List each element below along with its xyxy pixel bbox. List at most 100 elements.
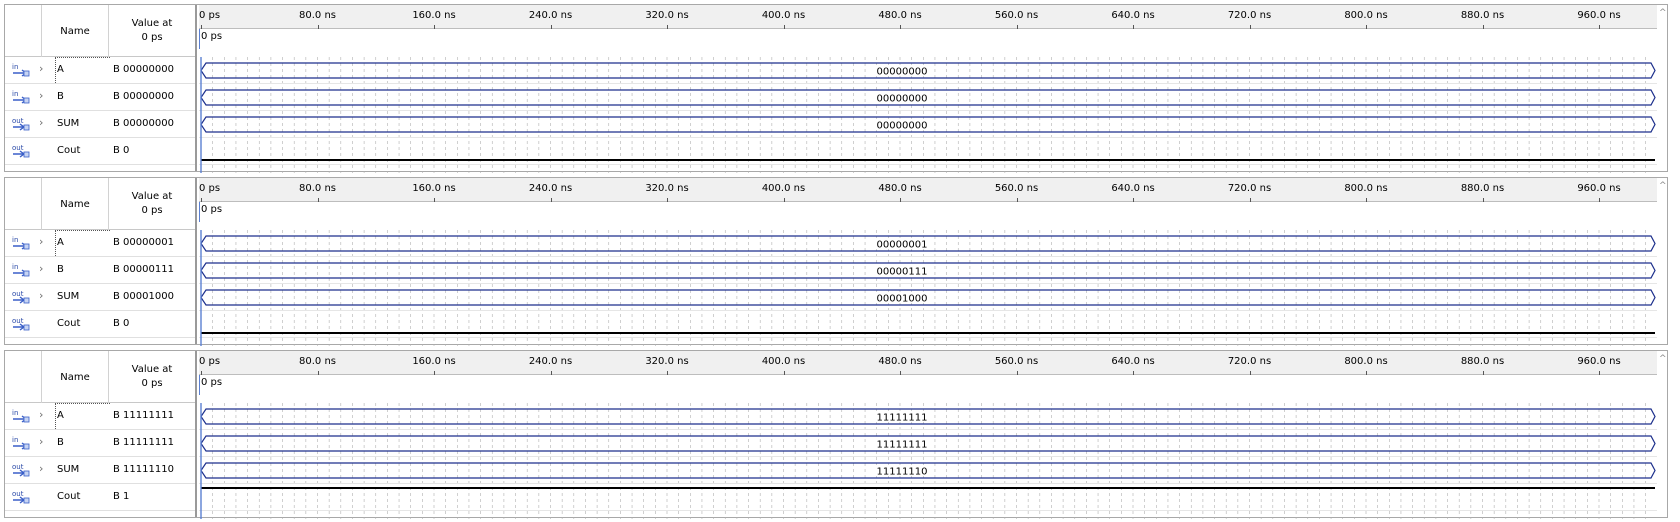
scroll-up-icon[interactable]: ^ <box>1659 8 1669 18</box>
ruler-tick-label: 480.0 ns <box>878 183 922 194</box>
value-at-label: Value at <box>131 364 173 375</box>
ruler-tick-label: 960.0 ns <box>1577 356 1621 367</box>
output-pin-icon: out <box>11 489 31 505</box>
value-column-header[interactable]: Value at 0 ps <box>108 351 196 403</box>
chevron-right-icon[interactable]: › <box>39 90 49 102</box>
svg-text:out: out <box>12 317 24 325</box>
ruler-tick <box>900 198 901 202</box>
signal-row-cout[interactable]: out Cout B 0 <box>5 138 195 165</box>
signal-row-sum[interactable]: out › SUM B 11111110 <box>5 457 195 484</box>
ruler-tick <box>550 371 552 375</box>
time-bar-line[interactable] <box>199 375 200 395</box>
signal-row-sum[interactable]: out › SUM B 00000000 <box>5 111 195 138</box>
signal-row-b[interactable]: in › B B 11111111 <box>5 430 195 457</box>
ruler-tick <box>667 371 668 375</box>
ruler-tick-label: 160.0 ns <box>412 356 456 367</box>
ruler-tick <box>1366 198 1367 202</box>
name-column-header[interactable]: Name <box>41 178 109 230</box>
chevron-right-icon[interactable]: › <box>39 290 49 302</box>
time-ruler[interactable]: 0 ps 80.0 ns 160.0 ns 240.0 ns 320.0 ns 400.0… <box>199 5 1657 29</box>
bus-wave-value: 00000000 <box>877 67 928 78</box>
time-bar-line[interactable] <box>199 29 200 49</box>
ruler-tick <box>1482 198 1484 202</box>
output-pin-icon: out <box>11 462 31 478</box>
ruler-tick <box>783 25 785 29</box>
time-bar-label: 0 ps <box>201 31 223 42</box>
ruler-tick-label: 320.0 ns <box>645 356 689 367</box>
signal-row-cout[interactable]: out Cout B 1 <box>5 484 195 511</box>
value-column-header[interactable]: Value at 0 ps <box>108 5 196 57</box>
signal-row-sum[interactable]: out › SUM B 00001000 <box>5 284 195 311</box>
ruler-tick-label: 160.0 ns <box>412 10 456 21</box>
signal-value-at-time: B 11111111 <box>113 437 174 448</box>
chevron-right-icon[interactable]: › <box>39 436 49 448</box>
signal-row-a[interactable]: in › A B 11111111 <box>5 403 195 430</box>
name-column-header[interactable]: Name <box>41 351 109 403</box>
ruler-tick <box>201 371 202 375</box>
signal-name: SUM <box>57 291 80 302</box>
chevron-right-icon[interactable]: › <box>39 263 49 275</box>
ruler-tick <box>317 25 319 29</box>
ruler-tick-label: 240.0 ns <box>528 10 573 21</box>
signal-row-b[interactable]: in › B B 00000000 <box>5 84 195 111</box>
ruler-tick <box>317 371 319 375</box>
chevron-right-icon[interactable]: › <box>39 409 49 421</box>
chevron-right-icon[interactable]: › <box>39 63 49 75</box>
value-at-time: 0 ps <box>141 32 163 43</box>
signal-name: A <box>57 64 64 75</box>
time-ruler[interactable]: 0 ps 80.0 ns 160.0 ns 240.0 ns 320.0 ns 400.0… <box>199 351 1657 375</box>
chevron-right-icon[interactable]: › <box>39 117 49 129</box>
waveform-viewer: Name Value at 0 ps in › A B 00000000 in › B B 0000… <box>0 0 1680 519</box>
input-pin-icon: in <box>11 235 31 251</box>
scroll-up-icon[interactable]: ^ <box>1659 354 1669 364</box>
time-ruler[interactable]: 0 ps 80.0 ns 160.0 ns 240.0 ns 320.0 ns 400.0… <box>199 178 1657 202</box>
output-pin-icon: out <box>11 116 31 132</box>
signal-row-a[interactable]: in › A B 00000001 <box>5 230 195 257</box>
signal-value-at-time: B 00000000 <box>113 91 174 102</box>
value-column-label: Value at 0 ps <box>132 190 173 218</box>
ruler-tick <box>783 371 785 375</box>
bus-wave-value: 00000000 <box>877 121 928 132</box>
signal-value-at-time: B 1 <box>113 491 130 502</box>
signal-row-b[interactable]: in › B B 00000111 <box>5 257 195 284</box>
ruler-tick-label: 0 ps <box>199 183 221 194</box>
waveform-panel-2: Name Value at 0 ps in › A B 00000001 in › B B 0000… <box>4 177 1668 346</box>
scroll-up-icon[interactable]: ^ <box>1659 181 1669 191</box>
name-column-header[interactable]: Name <box>41 5 109 57</box>
time-bar-label: 0 ps <box>201 377 223 388</box>
signal-value-at-time: B 00000000 <box>113 118 174 129</box>
bus-wave-value: 11111110 <box>877 467 928 478</box>
ruler-tick <box>550 198 552 202</box>
chevron-right-icon[interactable]: › <box>39 463 49 475</box>
ruler-tick-label: 640.0 ns <box>1111 10 1155 21</box>
waveform-area[interactable]: 0 ps 80.0 ns 160.0 ns 240.0 ns 320.0 ns 400.0… <box>199 178 1667 346</box>
waveform-area[interactable]: 0 ps 80.0 ns 160.0 ns 240.0 ns 320.0 ns 400.0… <box>199 5 1667 173</box>
signal-name: A <box>57 237 64 248</box>
ruler-tick <box>900 371 901 375</box>
ruler-tick <box>1482 25 1484 29</box>
ruler-tick-label: 160.0 ns <box>412 183 456 194</box>
signal-list-header: Name Value at 0 ps <box>5 5 195 57</box>
value-column-header[interactable]: Value at 0 ps <box>108 178 196 230</box>
signal-list: Name Value at 0 ps in › A B 11111111 in › B B 1111… <box>5 351 197 517</box>
ruler-tick <box>1249 198 1251 202</box>
ruler-tick <box>1366 371 1367 375</box>
ruler-tick-label: 800.0 ns <box>1344 356 1388 367</box>
waveform-area[interactable]: 0 ps 80.0 ns 160.0 ns 240.0 ns 320.0 ns 400.0… <box>199 351 1667 519</box>
svg-text:out: out <box>12 117 24 125</box>
bus-wave-value: 00000111 <box>877 267 928 278</box>
chevron-right-icon[interactable]: › <box>39 236 49 248</box>
signal-value-at-time: B 00000001 <box>113 237 174 248</box>
ruler-tick <box>667 25 668 29</box>
ruler-tick-label: 560.0 ns <box>994 356 1039 367</box>
name-column-label: Name <box>60 371 90 383</box>
signal-row-cout[interactable]: out Cout B 0 <box>5 311 195 338</box>
time-bar-line[interactable] <box>199 202 200 222</box>
signal-row-a[interactable]: in › A B 00000000 <box>5 57 195 84</box>
svg-text:in: in <box>12 90 18 98</box>
signal-name: B <box>57 264 64 275</box>
ruler-tick-label: 0 ps <box>199 356 221 367</box>
waveform-grid: 11111111 11111111 11111110 <box>199 403 1657 519</box>
ruler-tick-label: 320.0 ns <box>645 10 689 21</box>
input-pin-icon: in <box>11 89 31 105</box>
